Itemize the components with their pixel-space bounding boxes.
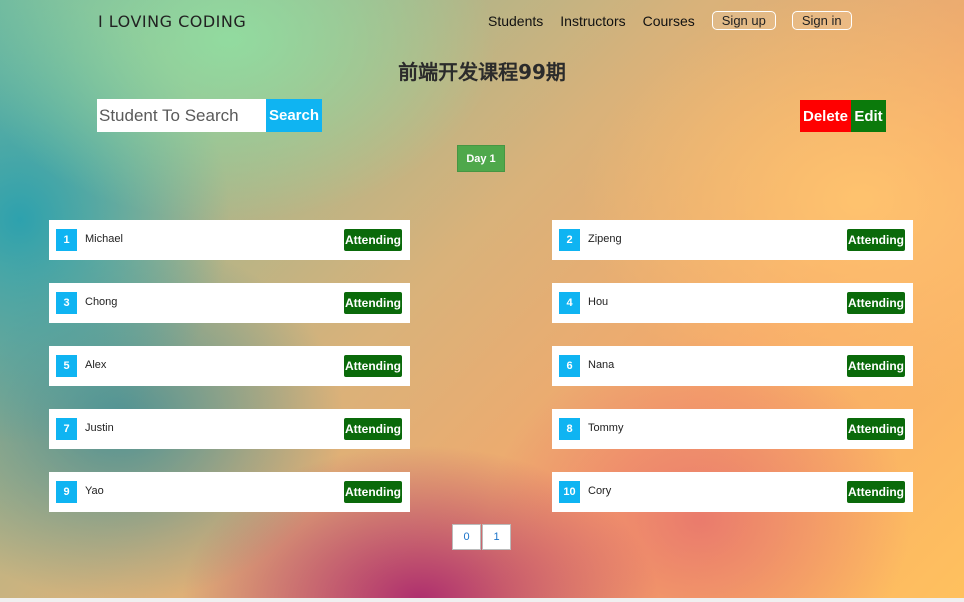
- student-number-badge: 5: [56, 355, 77, 377]
- day-button[interactable]: Day 1: [457, 145, 505, 172]
- student-number-badge: 2: [559, 229, 580, 251]
- student-card[interactable]: 3 Chong Attending: [49, 283, 410, 323]
- student-card[interactable]: 4 Hou Attending: [552, 283, 913, 323]
- attending-button[interactable]: Attending: [847, 292, 905, 314]
- student-search-input[interactable]: [97, 99, 266, 132]
- nav-students[interactable]: Students: [488, 13, 543, 29]
- student-name: Justin: [85, 422, 114, 434]
- student-number-badge: 9: [56, 481, 77, 503]
- student-card[interactable]: 1 Michael Attending: [49, 220, 410, 260]
- student-card[interactable]: 6 Nana Attending: [552, 346, 913, 386]
- attending-button[interactable]: Attending: [847, 355, 905, 377]
- attending-button[interactable]: Attending: [847, 418, 905, 440]
- student-card[interactable]: 2 Zipeng Attending: [552, 220, 913, 260]
- attending-button[interactable]: Attending: [344, 229, 402, 251]
- sign-in-button[interactable]: Sign in: [791, 11, 852, 30]
- student-card[interactable]: 5 Alex Attending: [49, 346, 410, 386]
- attending-button[interactable]: Attending: [344, 292, 402, 314]
- student-card[interactable]: 8 Tommy Attending: [552, 409, 913, 449]
- attending-button[interactable]: Attending: [344, 355, 402, 377]
- nav-courses[interactable]: Courses: [643, 13, 695, 29]
- student-card[interactable]: 10 Cory Attending: [552, 472, 913, 512]
- student-number-badge: 3: [56, 292, 77, 314]
- student-number-badge: 7: [56, 418, 77, 440]
- student-name: Alex: [85, 359, 107, 371]
- student-name: Tommy: [588, 422, 624, 434]
- student-name: Nana: [588, 359, 615, 371]
- student-name: Michael: [85, 233, 123, 245]
- edit-button[interactable]: Edit: [851, 100, 886, 132]
- student-name: Hou: [588, 296, 609, 308]
- student-name: Chong: [85, 296, 118, 308]
- delete-button[interactable]: Delete: [800, 100, 851, 132]
- student-card[interactable]: 9 Yao Attending: [49, 472, 410, 512]
- page-title: 前端开发课程99期: [398, 60, 566, 84]
- attending-button[interactable]: Attending: [847, 481, 905, 503]
- nav-instructors[interactable]: Instructors: [560, 13, 625, 29]
- student-number-badge: 1: [56, 229, 77, 251]
- student-number-badge: 8: [559, 418, 580, 440]
- attending-button[interactable]: Attending: [344, 418, 402, 440]
- attending-button[interactable]: Attending: [847, 229, 905, 251]
- attending-button[interactable]: Attending: [344, 481, 402, 503]
- search-button[interactable]: Search: [266, 99, 322, 132]
- student-number-badge: 4: [559, 292, 580, 314]
- student-name: Cory: [588, 485, 612, 497]
- page-button-1[interactable]: 1: [482, 524, 511, 550]
- brand-logo[interactable]: I LOVING CODING: [98, 12, 246, 31]
- student-name: Zipeng: [588, 233, 622, 245]
- bottom-strip: [0, 598, 964, 602]
- sign-up-button[interactable]: Sign up: [711, 11, 776, 30]
- student-number-badge: 6: [559, 355, 580, 377]
- student-number-badge: 10: [559, 481, 580, 503]
- page-button-0[interactable]: 0: [452, 524, 481, 550]
- pagination: 0 1: [452, 524, 511, 550]
- student-card[interactable]: 7 Justin Attending: [49, 409, 410, 449]
- student-name: Yao: [85, 485, 104, 497]
- top-nav: Students Instructors Courses Sign up Sig…: [488, 11, 868, 30]
